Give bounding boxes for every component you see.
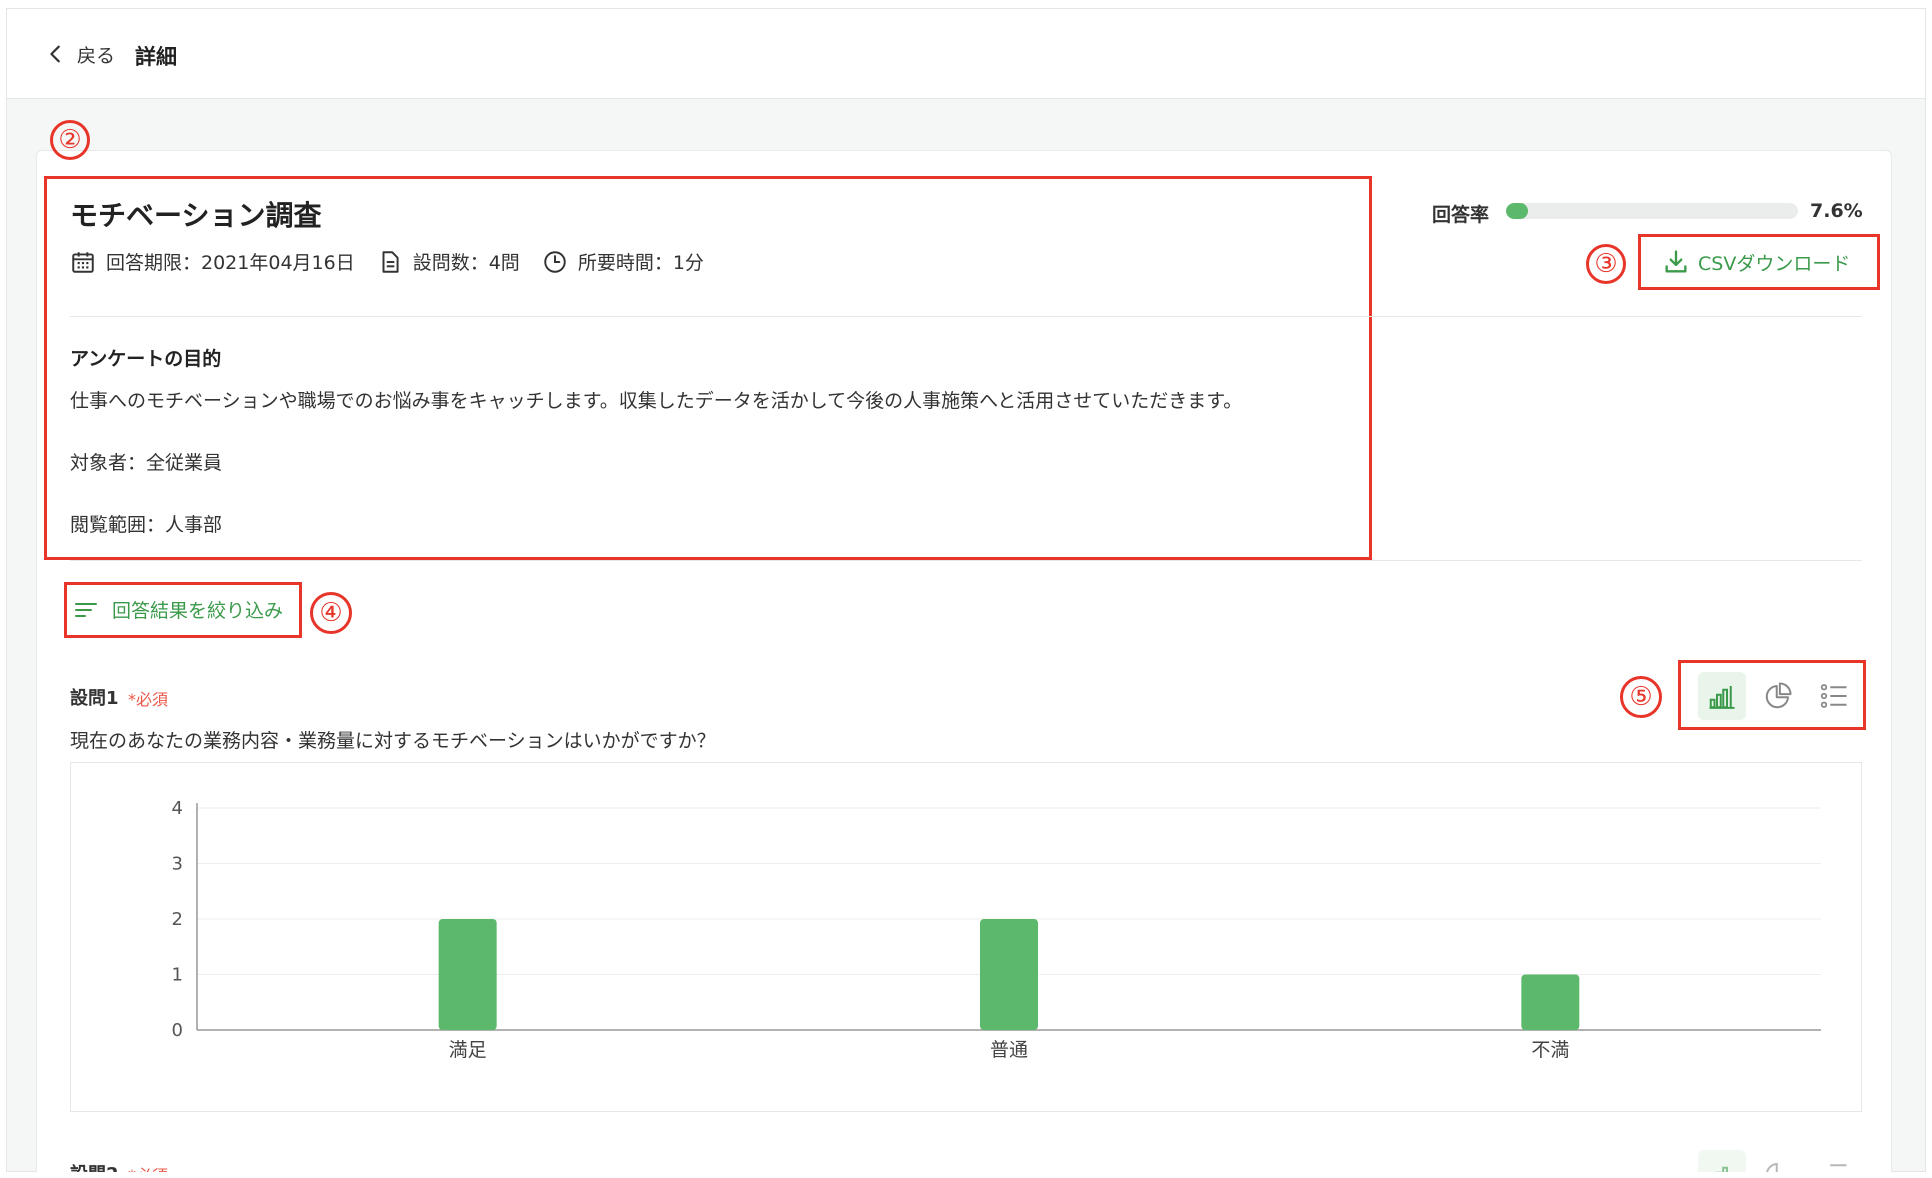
bar-chart-icon	[1709, 686, 1735, 709]
question-count-text: 設問数：4問	[412, 252, 520, 274]
page-title: 詳細	[135, 45, 177, 69]
bar	[1521, 974, 1580, 1030]
bar	[980, 919, 1038, 1030]
y-tick-label: 1	[172, 965, 183, 986]
question-1-text: 現在のあなたの業務内容・業務量に対するモチベーションはいかがですか？	[70, 730, 716, 752]
csv-download-label: CSVダウンロード	[1698, 252, 1851, 275]
question-1-required: *必須	[128, 690, 169, 709]
view-list-button[interactable]	[1810, 672, 1858, 720]
csv-download-button[interactable]: CSVダウンロード	[1662, 248, 1850, 276]
bar	[438, 919, 497, 1030]
meta-deadline: 回答期限：2021年04月16日	[70, 248, 355, 275]
back-button[interactable]: 戻る	[45, 37, 115, 71]
x-tick-label: 不満	[1531, 1039, 1569, 1061]
list-icon	[1820, 684, 1847, 708]
view-toggle	[1698, 672, 1866, 720]
back-label: 戻る	[77, 44, 116, 67]
response-rate-value: 7.6%	[1810, 200, 1863, 222]
divider-bottom	[70, 560, 1862, 561]
x-tick-label: 普通	[990, 1039, 1028, 1061]
deadline-text: 回答期限：2021年04月16日	[106, 252, 355, 274]
y-tick-label: 2	[172, 909, 183, 930]
divider-top	[70, 316, 1862, 317]
response-rate-label: 回答率	[1432, 204, 1490, 226]
download-icon	[1665, 250, 1687, 273]
duration-text: 所要時間：1分	[577, 252, 704, 274]
response-rate-fill	[1506, 203, 1529, 219]
meta-duration: 所要時間：1分	[542, 248, 704, 275]
y-tick-label: 0	[172, 1020, 183, 1041]
calendar-icon	[72, 251, 94, 273]
response-rate-bar	[1506, 203, 1798, 219]
purpose-heading: アンケートの目的	[70, 348, 222, 370]
filter-lines-icon	[75, 602, 97, 617]
pie-chart-icon	[1765, 682, 1792, 709]
chevron-left-icon	[50, 45, 60, 63]
top-bar: 戻る 詳細	[7, 9, 1925, 99]
callout-3: ③	[1586, 244, 1626, 284]
x-tick-label: 満足	[449, 1039, 487, 1061]
document-icon	[382, 250, 399, 273]
question-1-label: 設問1	[70, 688, 119, 709]
meta-question-count: 設問数：4問	[377, 248, 520, 275]
scope-text: 閲覧範囲：人事部	[70, 514, 223, 536]
survey-title: モチベーション調査	[70, 199, 322, 232]
bar-chart: 0 1 2 3 4 満足 普通 不満	[172, 798, 1821, 1061]
filter-results-button[interactable]: 回答結果を絞り込み	[74, 596, 283, 623]
question-1-chart: 0 1 2 3 4 満足 普通 不満	[70, 762, 1862, 1112]
y-tick-label: 4	[172, 798, 183, 819]
clock-icon	[544, 250, 566, 273]
y-tick-label: 3	[172, 854, 183, 875]
target-text: 対象者：全従業員	[70, 452, 223, 474]
view-bar-button[interactable]	[1698, 672, 1746, 720]
callout-2: ②	[50, 120, 90, 160]
callout-4: ④	[310, 592, 352, 634]
view-pie-button[interactable]	[1754, 672, 1802, 720]
filter-results-label: 回答結果を絞り込み	[112, 600, 284, 622]
bottom-edge	[0, 1172, 1932, 1178]
survey-meta: 回答期限：2021年04月16日 設問数：4問 所要時間：1分	[70, 248, 726, 275]
callout-5: ⑤	[1620, 676, 1662, 718]
purpose-text: 仕事へのモチベーションや職場でのお悩み事をキャッチします。収集したデータを活かし…	[70, 390, 1243, 412]
